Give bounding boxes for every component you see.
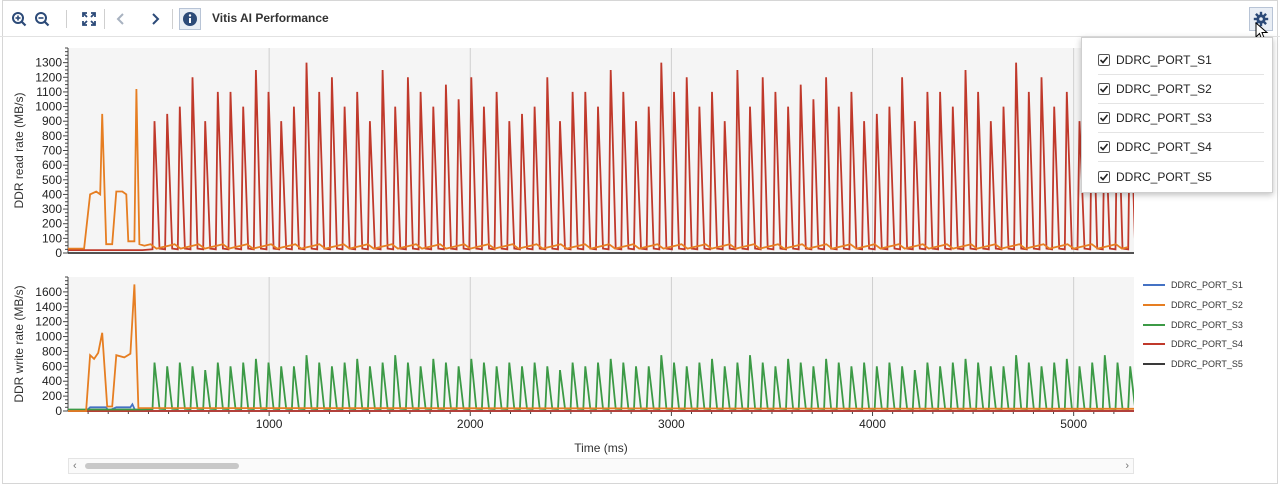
y-tick-label: 800 — [42, 129, 62, 143]
legend-item-s4[interactable]: DDRC_PORT_S4 — [1143, 337, 1273, 351]
x-tick-label: 2000 — [457, 417, 484, 431]
back-button[interactable] — [110, 8, 132, 30]
toolbar: Vitis AI Performance — [0, 0, 1280, 41]
legend-label: DDRC_PORT_S2 — [1171, 300, 1243, 310]
filter-label: DDRC_PORT_S5 — [1116, 169, 1212, 184]
legend-item-s1[interactable]: DDRC_PORT_S1 — [1143, 278, 1273, 292]
separator — [104, 9, 105, 29]
x-tick-label: 4000 — [859, 417, 886, 431]
checkbox[interactable] — [1098, 54, 1110, 66]
y-tick-label: 600 — [42, 158, 62, 172]
plot-background — [68, 48, 1134, 253]
y-tick-label: 300 — [42, 202, 62, 216]
info-icon — [183, 12, 197, 26]
y-tick-label: 200 — [42, 389, 62, 403]
checkbox[interactable] — [1098, 83, 1110, 95]
x-tick-label: 5000 — [1060, 417, 1087, 431]
filter-item-s1[interactable]: DDRC_PORT_S1 — [1098, 46, 1264, 75]
y-tick-label: 100 — [42, 231, 62, 245]
y-tick-label: 900 — [42, 114, 62, 128]
legend-item-s5[interactable]: DDRC_PORT_S5 — [1143, 357, 1273, 371]
check-icon — [1099, 56, 1109, 64]
legend-swatch — [1143, 343, 1165, 345]
filter-label: DDRC_PORT_S3 — [1116, 111, 1212, 125]
legend-item-s3[interactable]: DDRC_PORT_S3 — [1143, 318, 1273, 332]
filter-label: DDRC_PORT_S2 — [1116, 82, 1212, 96]
series-filter-dropdown: DDRC_PORT_S1 DDRC_PORT_S2 DDRC_PORT_S3 D… — [1081, 37, 1273, 193]
checkbox[interactable] — [1098, 141, 1110, 153]
legend-swatch — [1143, 304, 1165, 306]
filter-item-s5[interactable]: DDRC_PORT_S5 — [1098, 162, 1264, 191]
y-tick-label: 1400 — [35, 300, 62, 314]
forward-icon — [152, 13, 160, 25]
check-icon — [1099, 85, 1109, 93]
filter-item-s4[interactable]: DDRC_PORT_S4 — [1098, 133, 1264, 162]
legend-label: DDRC_PORT_S5 — [1171, 359, 1243, 369]
y-tick-label: 0 — [55, 404, 62, 418]
checkbox[interactable] — [1098, 170, 1110, 183]
legend-item-s2[interactable]: DDRC_PORT_S2 — [1143, 298, 1273, 312]
y-tick-label: 1300 — [35, 56, 62, 70]
filter-label: DDRC_PORT_S1 — [1116, 53, 1212, 67]
fit-button[interactable] — [78, 8, 100, 30]
scroll-right-icon[interactable]: › — [1125, 460, 1129, 472]
scrollbar-thumb[interactable] — [85, 463, 239, 469]
legend-swatch — [1143, 363, 1165, 365]
y-tick-label: 1200 — [35, 315, 62, 329]
zoom-out-icon — [35, 12, 50, 27]
x-tick-label: 1000 — [256, 417, 283, 431]
y-tick-label: 400 — [42, 187, 62, 201]
separator — [172, 9, 173, 29]
y-tick-label: 800 — [42, 344, 62, 358]
y-tick-label: 1000 — [35, 100, 62, 114]
y-tick-label: 600 — [42, 359, 62, 373]
y-tick-label: 1100 — [36, 85, 62, 99]
zoom-out-button[interactable] — [31, 8, 53, 30]
page-title: Vitis AI Performance — [212, 11, 329, 25]
y-tick-label: 400 — [42, 374, 62, 388]
check-icon — [1099, 172, 1109, 181]
filter-item-s2[interactable]: DDRC_PORT_S2 — [1098, 75, 1264, 104]
zoom-in-icon — [12, 12, 27, 27]
y-tick-label: 1000 — [35, 330, 62, 344]
fit-icon — [82, 12, 96, 26]
check-icon — [1099, 143, 1109, 151]
y-tick-label: 700 — [42, 144, 62, 158]
check-icon — [1099, 114, 1109, 122]
y-tick-label: 500 — [42, 173, 62, 187]
y-axis-label: DDR write rate (MB/s) — [12, 285, 26, 402]
checkbox[interactable] — [1098, 112, 1110, 124]
legend-label: DDRC_PORT_S4 — [1171, 339, 1243, 349]
scroll-left-icon[interactable]: ‹ — [73, 460, 77, 472]
y-tick-label: 1200 — [35, 70, 62, 84]
filter-item-s3[interactable]: DDRC_PORT_S3 — [1098, 104, 1264, 133]
x-tick-label: 3000 — [658, 417, 685, 431]
legend-swatch — [1143, 284, 1165, 286]
separator — [55, 8, 77, 30]
y-axis-label: DDR read rate (MB/s) — [12, 92, 26, 208]
x-axis-label: Time (ms) — [574, 441, 628, 455]
y-tick-label: 0 — [55, 246, 62, 260]
back-icon — [116, 13, 124, 25]
forward-button[interactable] — [144, 8, 166, 30]
y-tick-label: 200 — [42, 217, 62, 231]
filter-label: DDRC_PORT_S4 — [1116, 140, 1212, 154]
legend-label: DDRC_PORT_S1 — [1171, 280, 1243, 290]
legend-swatch — [1143, 324, 1165, 326]
zoom-in-button[interactable] — [8, 8, 30, 30]
legend-label: DDRC_PORT_S3 — [1171, 320, 1243, 330]
info-button[interactable] — [179, 8, 201, 30]
horizontal-scrollbar[interactable]: ‹ › — [68, 458, 1134, 474]
y-tick-label: 1600 — [35, 285, 62, 299]
